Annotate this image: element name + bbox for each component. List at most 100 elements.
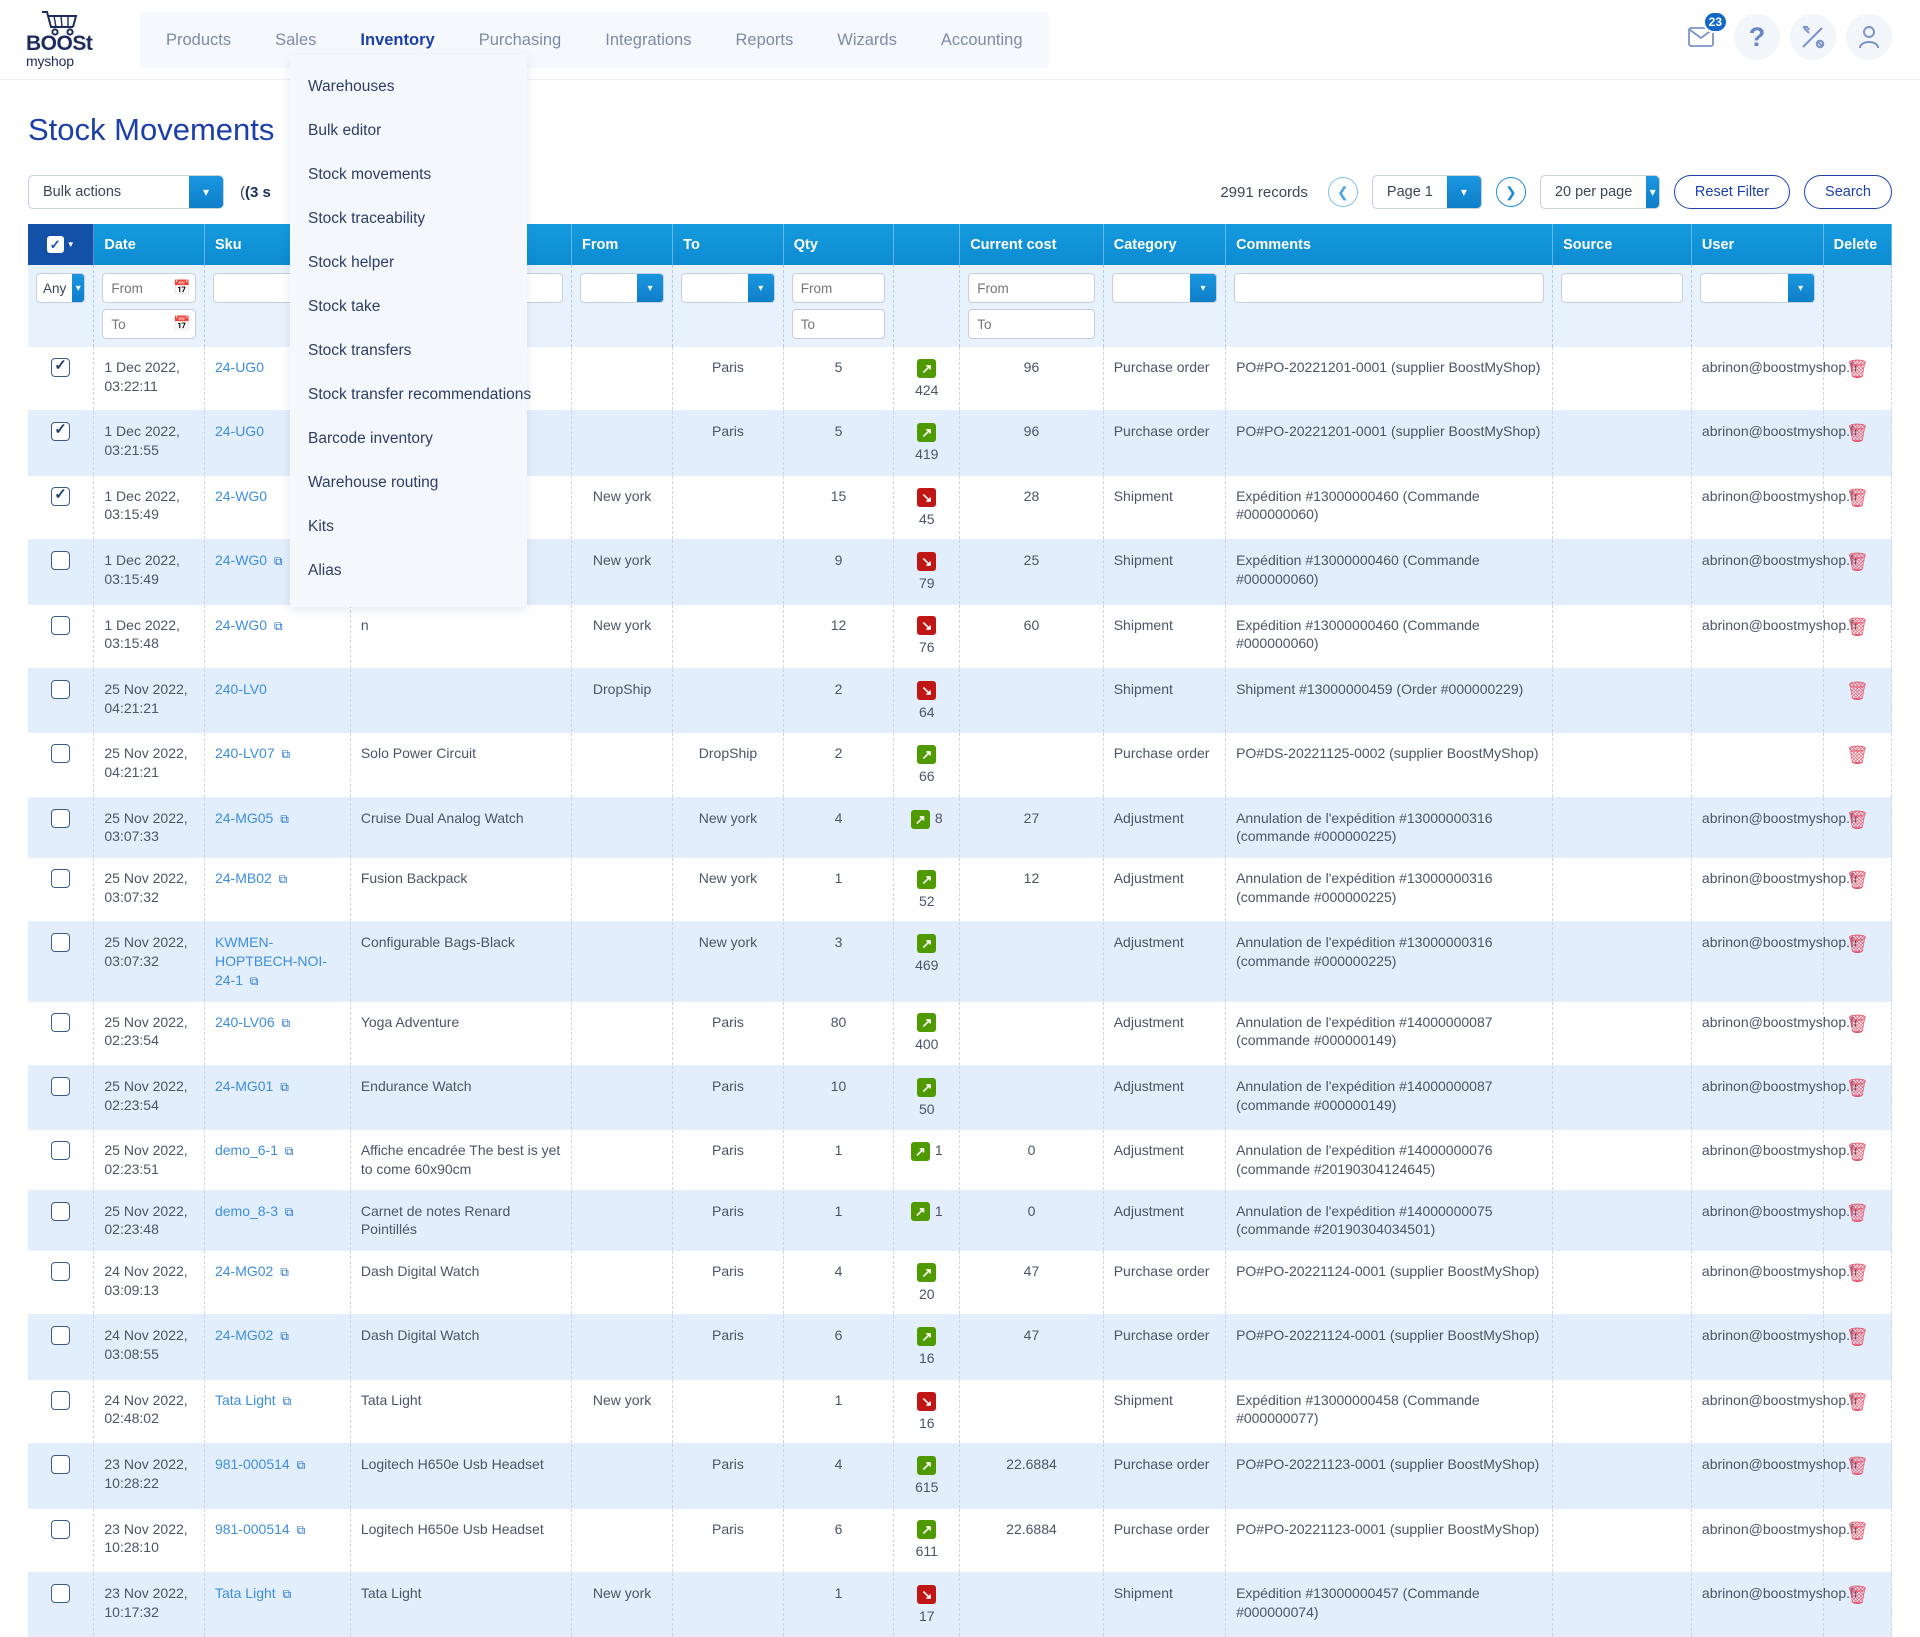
sku-link[interactable]: 24-WG0 [215,617,267,633]
delete-row-button[interactable]: 🗑 [1846,422,1869,446]
external-link-icon[interactable]: ⧉ [274,619,283,633]
delete-row-button[interactable]: 🗑 [1846,1077,1869,1101]
delete-row-button[interactable]: 🗑 [1846,809,1869,833]
external-link-icon[interactable]: ⧉ [283,1394,292,1408]
per-page-select[interactable]: 20 per page ▾ [1540,175,1660,209]
header-current-cost[interactable]: Current cost [960,224,1104,265]
row-checkbox[interactable] [51,1584,70,1603]
search-button[interactable]: Search [1804,175,1892,209]
dropdown-item-warehouses[interactable]: Warehouses [290,65,527,109]
row-checkbox[interactable] [51,1391,70,1410]
dropdown-item-bulk-editor[interactable]: Bulk editor [290,109,527,153]
delete-row-button[interactable]: 🗑 [1846,1262,1869,1286]
header-category[interactable]: Category [1103,224,1225,265]
sku-link[interactable]: 24-UG0 [215,359,264,375]
filter-comments-input[interactable] [1234,273,1544,303]
header-from[interactable]: From [572,224,673,265]
tools-button[interactable] [1790,14,1836,60]
delete-row-button[interactable]: 🗑 [1846,1013,1869,1037]
row-checkbox[interactable] [51,933,70,952]
nav-item-integrations[interactable]: Integrations [583,12,713,68]
dropdown-item-barcode-inventory[interactable]: Barcode inventory [290,417,527,461]
row-checkbox[interactable] [51,1455,70,1474]
filter-date-from-input[interactable] [102,273,196,303]
sku-link[interactable]: 24-MG02 [215,1327,273,1343]
sku-link[interactable]: 24-MG01 [215,1078,273,1094]
delete-row-button[interactable]: 🗑 [1846,933,1869,957]
dropdown-item-stock-transfer-recommendations[interactable]: Stock transfer recommendations [290,373,527,417]
external-link-icon[interactable]: ⧉ [279,872,288,886]
external-link-icon[interactable]: ⧉ [280,1080,289,1094]
dropdown-item-stock-take[interactable]: Stock take [290,285,527,329]
header-user[interactable]: User [1691,224,1823,265]
filter-cost-from-input[interactable] [968,273,1095,303]
row-checkbox[interactable] [51,487,70,506]
prev-page-button[interactable]: ❮ [1328,177,1358,207]
delete-row-button[interactable]: 🗑 [1846,1141,1869,1165]
row-checkbox[interactable] [51,1077,70,1096]
filter-qty-to-input[interactable] [792,309,886,339]
nav-item-accounting[interactable]: Accounting [919,12,1045,68]
row-checkbox[interactable] [51,422,70,441]
sku-link[interactable]: 240-LV06 [215,1014,275,1030]
delete-row-button[interactable]: 🗑 [1846,680,1869,704]
dropdown-item-alias[interactable]: Alias [290,549,527,593]
sku-link[interactable]: KWMEN-HOPTBECH-NOI-24-1 [215,934,327,987]
sku-link[interactable]: demo_6-1 [215,1142,278,1158]
header-select-all[interactable]: ✓ ▼ [28,224,94,265]
delete-row-button[interactable]: 🗑 [1846,1455,1869,1479]
external-link-icon[interactable]: ⧉ [282,747,291,761]
filter-cost-to-input[interactable] [968,309,1095,339]
sku-link[interactable]: 24-UG0 [215,423,264,439]
external-link-icon[interactable]: ⧉ [297,1523,306,1537]
messages-button[interactable]: 23 [1678,14,1724,60]
sku-link[interactable]: 240-LV07 [215,745,275,761]
external-link-icon[interactable]: ⧉ [280,1329,289,1343]
dropdown-item-warehouse-routing[interactable]: Warehouse routing [290,461,527,505]
page-select[interactable]: Page 1 ▾ [1372,175,1482,209]
logo[interactable]: BOOSt myshop [26,10,112,70]
external-link-icon[interactable]: ⧉ [280,812,289,826]
sku-link[interactable]: 24-WG0 [215,552,267,568]
header-qty[interactable]: Qty [783,224,894,265]
user-account-button[interactable] [1846,14,1892,60]
row-checkbox[interactable] [51,1520,70,1539]
row-checkbox[interactable] [51,869,70,888]
delete-row-button[interactable]: 🗑 [1846,487,1869,511]
delete-row-button[interactable]: 🗑 [1846,1202,1869,1226]
delete-row-button[interactable]: 🗑 [1846,869,1869,893]
filter-any-select[interactable]: Any ▾ [36,273,85,303]
sku-link[interactable]: 981-000514 [215,1521,290,1537]
external-link-icon[interactable]: ⧉ [297,1458,306,1472]
nav-item-reports[interactable]: Reports [713,12,815,68]
header-comments[interactable]: Comments [1226,224,1553,265]
sku-link[interactable]: 981-000514 [215,1456,290,1472]
external-link-icon[interactable]: ⧉ [285,1205,294,1219]
delete-row-button[interactable]: 🗑 [1846,1326,1869,1350]
row-checkbox[interactable] [51,1013,70,1032]
nav-item-products[interactable]: Products [144,12,253,68]
help-button[interactable]: ? [1734,14,1780,60]
reset-filter-button[interactable]: Reset Filter [1674,175,1790,209]
header-source[interactable]: Source [1553,224,1692,265]
delete-row-button[interactable]: 🗑 [1846,1584,1869,1608]
sku-link[interactable]: Tata Light [215,1585,276,1601]
row-checkbox[interactable] [51,680,70,699]
header-to[interactable]: To [673,224,784,265]
filter-category-select[interactable]: ▾ [1112,273,1217,303]
row-checkbox[interactable] [51,616,70,635]
delete-row-button[interactable]: 🗑 [1846,744,1869,768]
row-checkbox[interactable] [51,1326,70,1345]
filter-date-to-input[interactable] [102,309,196,339]
external-link-icon[interactable]: ⧉ [250,974,259,988]
row-checkbox[interactable] [51,1262,70,1281]
dropdown-item-stock-helper[interactable]: Stock helper [290,241,527,285]
dropdown-item-kits[interactable]: Kits [290,505,527,549]
select-all-checkbox[interactable]: ✓ [47,236,64,253]
sku-link[interactable]: 24-MG05 [215,810,273,826]
delete-row-button[interactable]: 🗑 [1846,1391,1869,1415]
nav-item-wizards[interactable]: Wizards [815,12,919,68]
next-page-button[interactable]: ❯ [1496,177,1526,207]
delete-row-button[interactable]: 🗑 [1846,1520,1869,1544]
delete-row-button[interactable]: 🗑 [1846,358,1869,382]
